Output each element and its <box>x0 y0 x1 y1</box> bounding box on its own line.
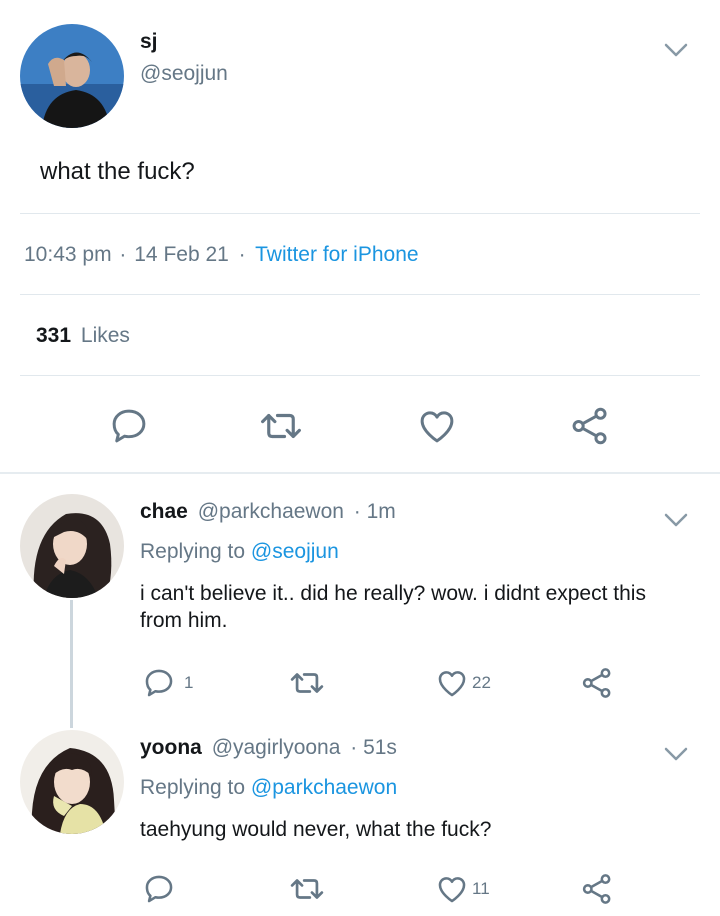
share-button[interactable] <box>568 405 612 447</box>
display-name[interactable]: sj <box>140 30 158 54</box>
chevron-down-icon[interactable] <box>662 740 690 768</box>
heart-icon <box>438 877 466 903</box>
likes-label: Likes <box>80 324 130 347</box>
heart-icon <box>438 671 466 697</box>
date[interactable]: 14 Feb 21 <box>134 243 229 266</box>
divider <box>20 375 700 376</box>
likes-count: 331 <box>36 324 72 347</box>
reply-text: i can't believe it.. did he really? wow.… <box>140 582 646 632</box>
handle[interactable]: @yagirlyoona <box>212 736 341 759</box>
likes-stat[interactable]: 331 Likes <box>36 324 130 348</box>
reply-icon <box>145 669 173 697</box>
reply-button[interactable]: 1 <box>142 666 193 700</box>
tweet-text: what the fuck? <box>40 158 195 185</box>
separator: · <box>238 243 246 266</box>
replying-prefix: Replying to <box>140 776 246 799</box>
handle[interactable]: @seojjun <box>140 62 228 86</box>
reply-icon <box>112 409 146 443</box>
display-name[interactable]: yoona <box>140 736 202 759</box>
heart-icon <box>420 411 454 443</box>
replying-to: Replying to @seojjun <box>140 540 339 564</box>
share-button[interactable] <box>580 666 614 700</box>
divider <box>20 213 700 214</box>
avatar[interactable] <box>20 494 124 598</box>
like-count: 22 <box>472 673 491 692</box>
like-count: 11 <box>472 879 490 898</box>
reply-text: taehyung would never, what the fuck? <box>140 818 492 841</box>
thread-line <box>70 600 73 728</box>
chevron-down-icon[interactable] <box>662 36 690 64</box>
like-button[interactable]: 22 <box>434 666 491 700</box>
chevron-down-icon[interactable] <box>662 506 690 534</box>
avatar[interactable] <box>20 24 124 128</box>
share-icon <box>582 874 611 904</box>
reply-count: 1 <box>184 673 194 692</box>
handle[interactable]: @parkchaewon <box>198 500 344 523</box>
reply-button[interactable] <box>108 405 150 447</box>
source-link[interactable]: Twitter for iPhone <box>255 243 418 266</box>
retweet-button[interactable] <box>288 666 326 700</box>
retweet-button[interactable] <box>288 872 326 906</box>
retweet-icon <box>261 413 301 439</box>
mention-link[interactable]: @seojjun <box>251 540 339 563</box>
share-button[interactable] <box>580 872 614 906</box>
retweet-icon <box>290 879 324 899</box>
separator: · <box>119 243 127 266</box>
mention-link[interactable]: @parkchaewon <box>251 776 397 799</box>
reply-icon <box>145 875 173 903</box>
replying-prefix: Replying to <box>140 540 246 563</box>
retweet-icon <box>290 673 324 693</box>
tweet-meta: 10:43 pm · 14 Feb 21 · Twitter for iPhon… <box>24 243 419 267</box>
relative-time: · 51s <box>350 736 397 759</box>
like-button[interactable] <box>415 405 459 447</box>
share-icon <box>572 407 607 445</box>
avatar[interactable] <box>20 730 124 834</box>
display-name[interactable]: chae <box>140 500 188 523</box>
share-icon <box>582 668 611 698</box>
timestamp[interactable]: 10:43 pm <box>24 243 112 266</box>
divider <box>20 294 700 295</box>
reply-header: chae @parkchaewon · 1m <box>140 500 396 524</box>
relative-time: · 1m <box>353 500 396 523</box>
retweet-button[interactable] <box>258 405 304 447</box>
section-divider <box>0 472 720 474</box>
reply-button[interactable] <box>142 872 184 906</box>
reply-header: yoona @yagirlyoona · 51s <box>140 736 397 760</box>
replying-to: Replying to @parkchaewon <box>140 776 397 800</box>
like-button[interactable]: 11 <box>434 872 490 906</box>
